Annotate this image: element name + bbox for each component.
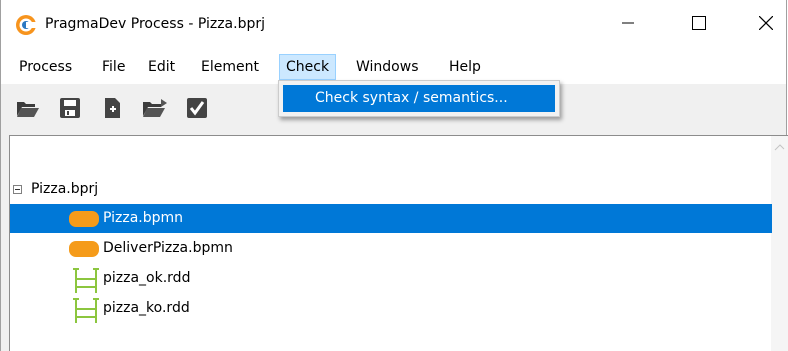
bpmn-icon <box>69 211 99 227</box>
menu-file[interactable]: File <box>96 54 131 80</box>
menu-help[interactable]: Help <box>443 54 487 80</box>
menu-edit[interactable]: Edit <box>142 54 181 80</box>
menu-check-syntax[interactable]: Check syntax / semantics... <box>283 85 555 112</box>
tree-item-label[interactable]: pizza_ok.rdd <box>103 270 190 286</box>
menu-process[interactable]: Process <box>13 54 78 80</box>
close-icon <box>758 15 774 34</box>
minimize-icon <box>622 17 634 33</box>
open-folder-icon[interactable] <box>15 96 41 120</box>
menu-windows[interactable]: Windows <box>350 54 425 80</box>
tree-item-label[interactable]: DeliverPizza.bpmn <box>103 240 233 256</box>
close-button[interactable] <box>743 0 788 50</box>
save-icon[interactable] <box>57 96 83 120</box>
window-title: PragmaDev Process - Pizza.bprj <box>45 16 265 32</box>
collapse-icon[interactable] <box>13 185 22 194</box>
check-icon[interactable] <box>184 96 210 120</box>
title-bar[interactable]: PragmaDev Process - Pizza.bprj <box>1 0 786 50</box>
rdd-icon <box>72 297 100 329</box>
pragmadev-logo-icon <box>15 14 37 36</box>
tree-root-label[interactable]: Pizza.bprj <box>31 181 98 197</box>
tree-item-label[interactable]: pizza_ko.rdd <box>103 300 190 316</box>
menu-element[interactable]: Element <box>195 54 265 80</box>
menu-check[interactable]: Check <box>279 54 337 80</box>
menu-bar: Process File Edit Element Check Windows … <box>1 50 786 84</box>
open-project-icon[interactable] <box>141 96 167 120</box>
app-window: PragmaDev Process - Pizza.bprj Process F… <box>0 0 788 351</box>
rdd-icon <box>72 267 100 299</box>
check-menu-dropdown: Check syntax / semantics... <box>278 80 560 117</box>
vertical-scrollbar[interactable] <box>771 136 788 351</box>
maximize-button[interactable] <box>676 0 722 50</box>
bpmn-icon <box>69 241 99 257</box>
tree-item-label[interactable]: Pizza.bpmn <box>103 210 183 226</box>
new-file-icon[interactable] <box>99 96 125 120</box>
maximize-icon <box>692 16 706 34</box>
minimize-button[interactable] <box>605 0 651 50</box>
